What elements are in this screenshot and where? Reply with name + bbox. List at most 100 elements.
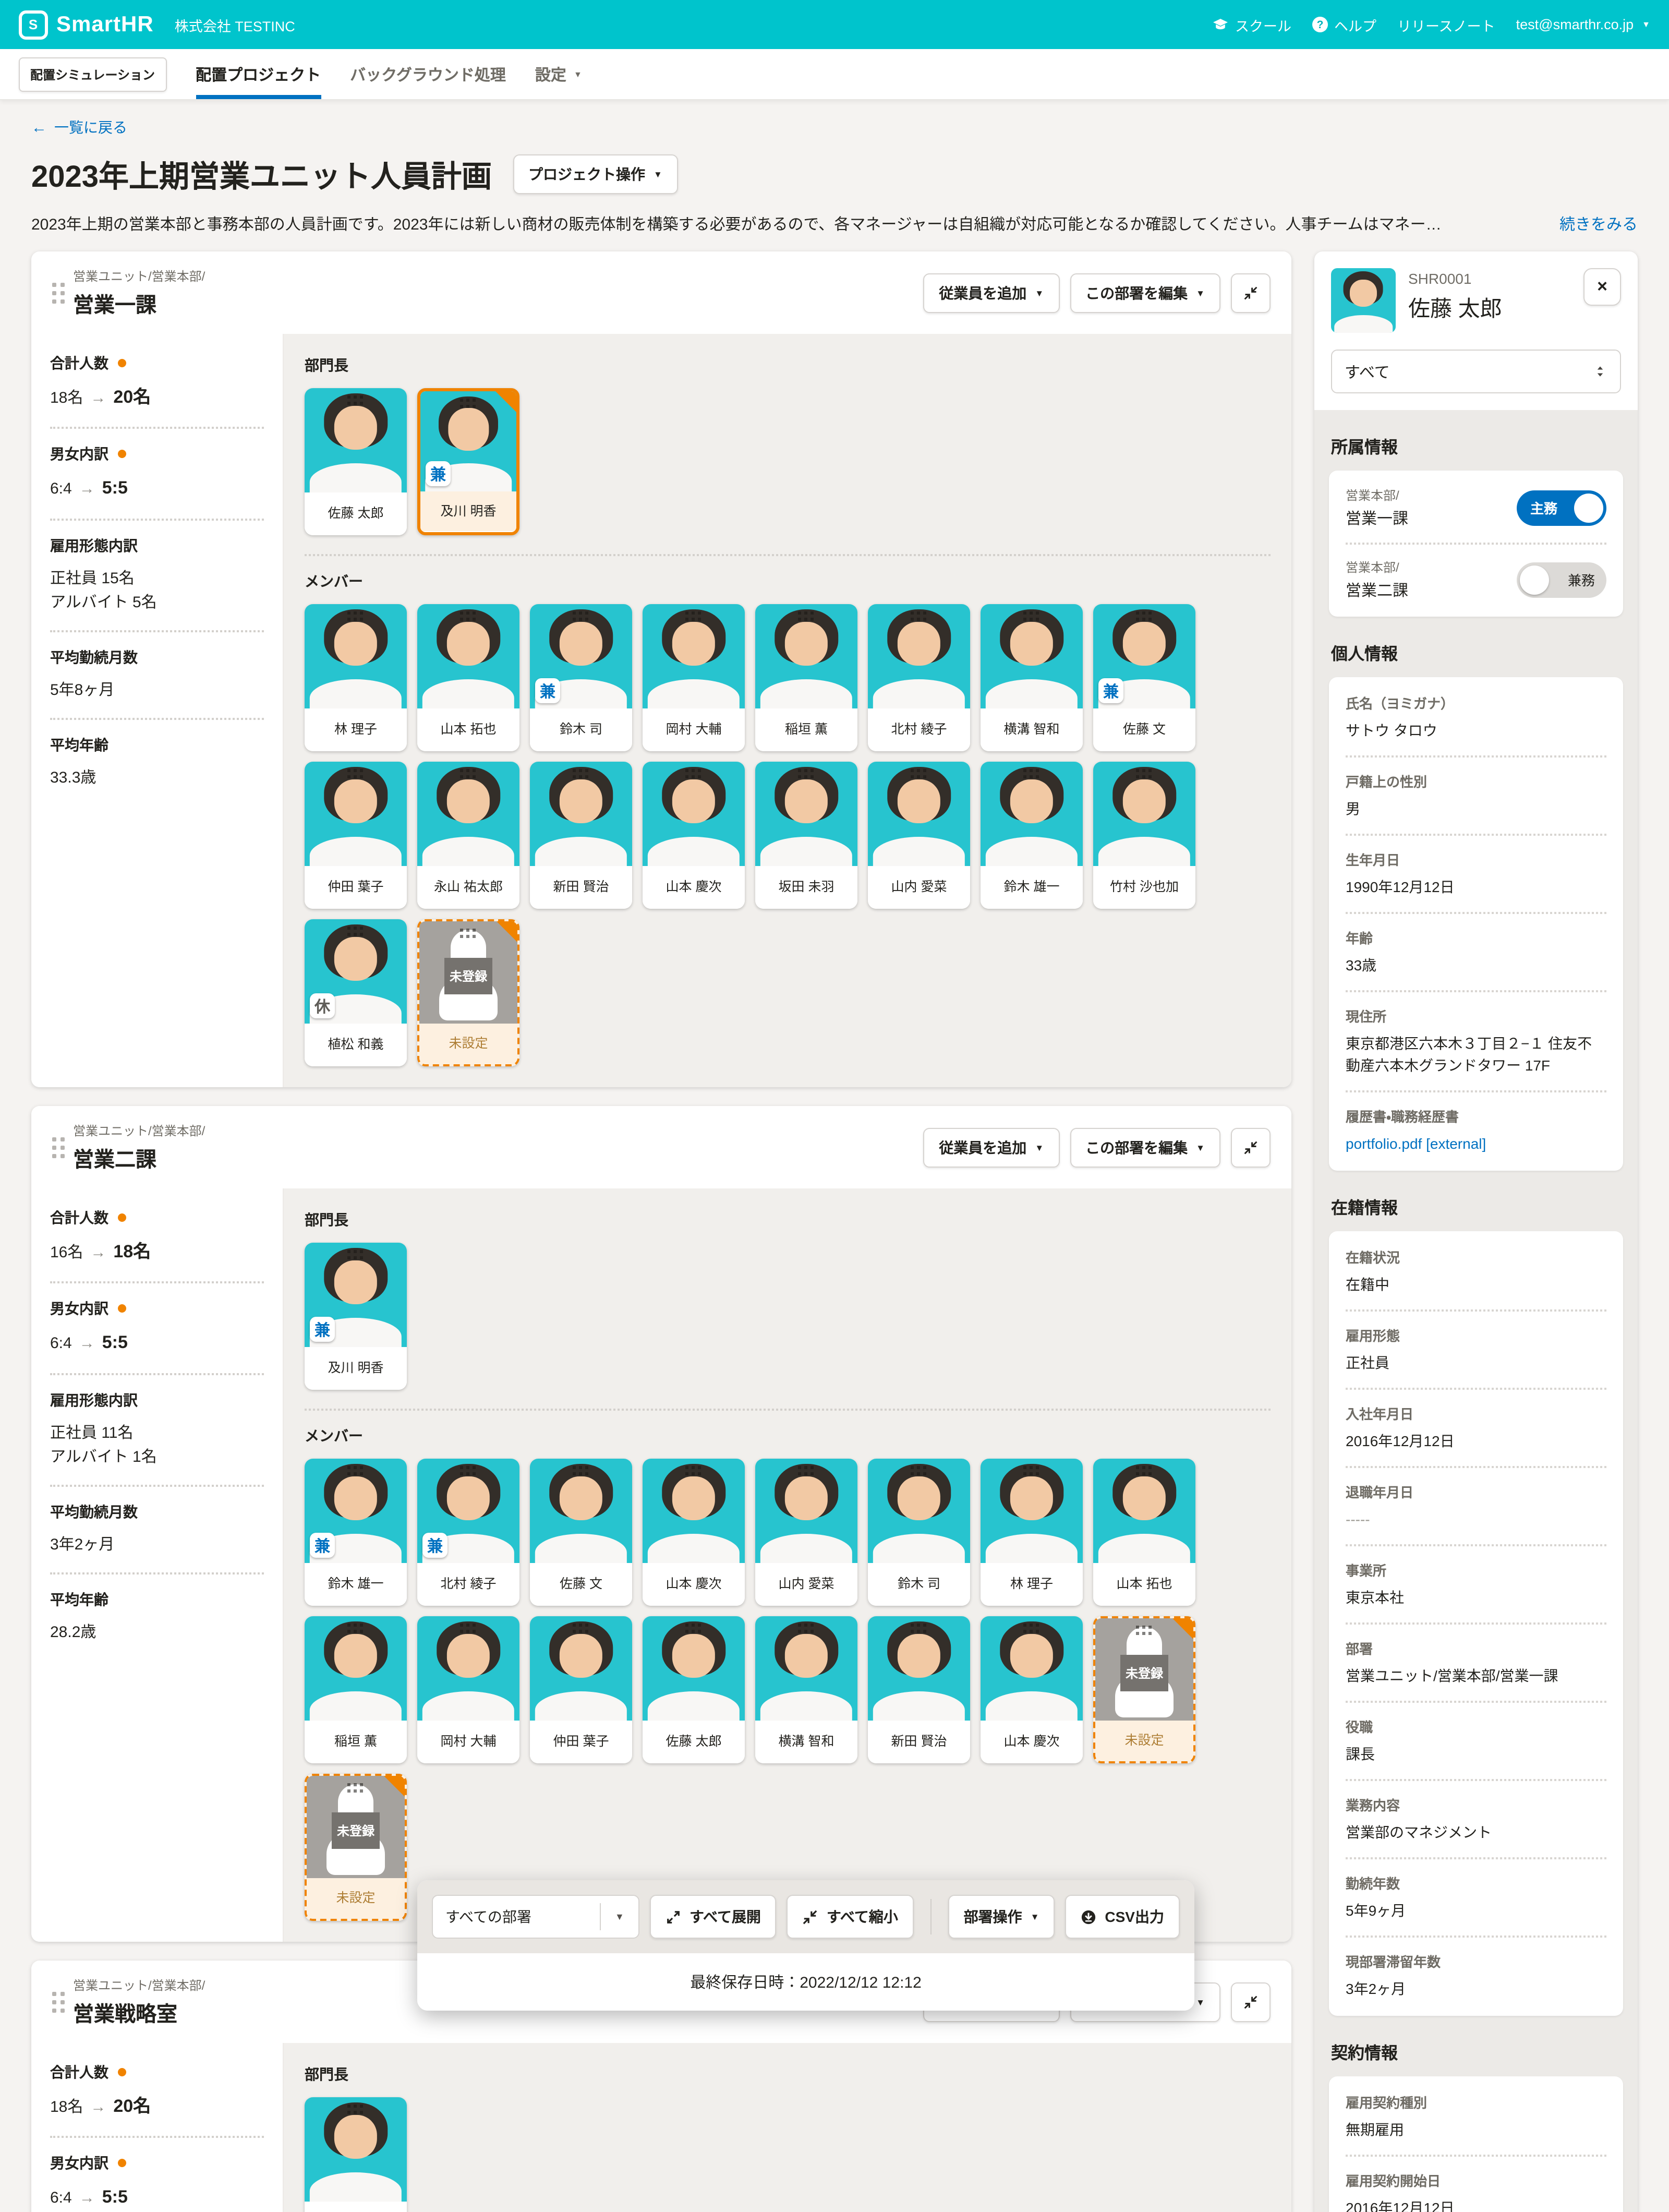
- person-card[interactable]: 未登録 未設定: [1093, 1616, 1195, 1763]
- drag-dots-icon[interactable]: [798, 611, 801, 615]
- person-card[interactable]: 未登録 兼 鈴木 雄一: [305, 1459, 407, 1606]
- drag-dots-icon[interactable]: [347, 395, 350, 399]
- person-card[interactable]: 未登録 未設定: [305, 1774, 407, 1921]
- drag-dots-icon[interactable]: [347, 769, 350, 772]
- person-card[interactable]: 未登録 岡村 大輔: [643, 604, 745, 751]
- person-card[interactable]: 未登録 休 植松 和義: [305, 919, 407, 1066]
- drag-dots-icon[interactable]: [798, 1624, 801, 1627]
- see-more-link[interactable]: 続きをみる: [1559, 213, 1638, 235]
- drag-dots-icon[interactable]: [347, 1250, 350, 1253]
- drag-handle-icon[interactable]: [52, 1137, 56, 1141]
- tab-placement-project[interactable]: 配置プロジェクト: [196, 49, 321, 99]
- add-employee-button[interactable]: 従業員を追加▼: [923, 273, 1059, 312]
- person-card[interactable]: 未登録 仲田 葉子: [305, 762, 407, 909]
- person-card[interactable]: 未登録 林 理子: [305, 604, 407, 751]
- drag-dots-icon[interactable]: [460, 611, 463, 615]
- person-card[interactable]: 未登録 兼 佐藤 文: [1093, 604, 1195, 751]
- person-card[interactable]: 未登録 稲垣 薫: [755, 604, 857, 751]
- collapse-all-button[interactable]: すべて縮小: [787, 1895, 914, 1939]
- department-ops-button[interactable]: 部署操作 ▼: [948, 1895, 1055, 1939]
- drag-dots-icon[interactable]: [347, 1624, 350, 1627]
- edit-department-button[interactable]: この部署を編集▼: [1070, 1127, 1220, 1167]
- drag-dots-icon[interactable]: [347, 2105, 350, 2108]
- person-card[interactable]: 未登録 山本 慶次: [643, 762, 745, 909]
- drag-dots-icon[interactable]: [1023, 611, 1026, 615]
- person-card[interactable]: 未登録 兼 及川 明香: [417, 388, 519, 535]
- drag-dots-icon[interactable]: [347, 1783, 350, 1786]
- drag-dots-icon[interactable]: [798, 1466, 801, 1469]
- person-card[interactable]: 未登録 北村 綾子: [868, 604, 970, 751]
- drag-dots-icon[interactable]: [685, 1624, 688, 1627]
- person-card[interactable]: 未登録 佐藤 太郎: [305, 388, 407, 535]
- person-card[interactable]: 未登録 山本 慶次: [643, 1459, 745, 1606]
- drag-dots-icon[interactable]: [573, 1624, 576, 1627]
- person-card[interactable]: 未登録 鈴木 雄一: [981, 762, 1083, 909]
- affiliation-toggle[interactable]: 兼務: [1517, 562, 1606, 597]
- drag-dots-icon[interactable]: [347, 611, 350, 615]
- collapse-department-button[interactable]: [1231, 273, 1271, 312]
- account-menu[interactable]: test@smarthr.co.jp ▼: [1516, 17, 1650, 32]
- school-link[interactable]: スクール: [1212, 14, 1291, 35]
- drag-dots-icon[interactable]: [460, 1466, 463, 1469]
- drag-dots-icon[interactable]: [573, 769, 576, 772]
- drag-handle-icon[interactable]: [52, 1991, 56, 1995]
- person-card[interactable]: 未登録 新田 賢治: [868, 1616, 970, 1763]
- drag-dots-icon[interactable]: [1136, 769, 1139, 772]
- drag-dots-icon[interactable]: [911, 769, 914, 772]
- person-card[interactable]: 未登録 山本 慶次: [981, 1616, 1083, 1763]
- drag-dots-icon[interactable]: [685, 769, 688, 772]
- drag-dots-icon[interactable]: [347, 1466, 350, 1469]
- release-notes-link[interactable]: リリースノート: [1397, 14, 1495, 35]
- person-card[interactable]: 未登録 山本 慶次: [305, 2097, 407, 2212]
- person-card[interactable]: 未登録 仲田 葉子: [530, 1616, 632, 1763]
- person-card[interactable]: 未登録 横溝 智和: [981, 604, 1083, 751]
- tab-settings[interactable]: 設定 ▼: [535, 49, 582, 99]
- person-card[interactable]: 未登録 山本 拓也: [417, 604, 519, 751]
- drag-dots-icon[interactable]: [460, 1624, 463, 1627]
- person-card[interactable]: 未登録 竹村 沙也加: [1093, 762, 1195, 909]
- drag-dots-icon[interactable]: [573, 1466, 576, 1469]
- person-card[interactable]: 未登録 兼 鈴木 司: [530, 604, 632, 751]
- drag-dots-icon[interactable]: [573, 611, 576, 615]
- back-to-list-link[interactable]: ← 一覧に戻る: [31, 117, 127, 138]
- help-link[interactable]: ? ヘルプ: [1312, 14, 1376, 35]
- tab-background-jobs[interactable]: バックグラウンド処理: [350, 49, 506, 99]
- person-card[interactable]: 未登録 鈴木 司: [868, 1459, 970, 1606]
- person-card[interactable]: 未登録 新田 賢治: [530, 762, 632, 909]
- person-card[interactable]: 未登録 佐藤 太郎: [643, 1616, 745, 1763]
- person-card[interactable]: 未登録 兼 北村 綾子: [417, 1459, 519, 1606]
- edit-department-button[interactable]: この部署を編集▼: [1070, 273, 1220, 312]
- person-card[interactable]: 未登録 岡村 大輔: [417, 1616, 519, 1763]
- person-card[interactable]: 未登録 横溝 智和: [755, 1616, 857, 1763]
- person-card[interactable]: 未登録 未設定: [417, 919, 519, 1066]
- drag-dots-icon[interactable]: [1023, 1624, 1026, 1627]
- drag-dots-icon[interactable]: [460, 399, 463, 402]
- drag-dots-icon[interactable]: [798, 769, 801, 772]
- portfolio-link[interactable]: portfolio.pdf [external]: [1346, 1133, 1606, 1155]
- person-card[interactable]: 未登録 坂田 未羽: [755, 762, 857, 909]
- affiliation-toggle[interactable]: 主務: [1517, 490, 1606, 525]
- person-card[interactable]: 未登録 稲垣 薫: [305, 1616, 407, 1763]
- person-card[interactable]: 未登録 山本 拓也: [1093, 1459, 1195, 1606]
- info-filter-select[interactable]: すべて: [1331, 350, 1621, 393]
- csv-export-button[interactable]: CSV出力: [1065, 1895, 1180, 1939]
- drag-dots-icon[interactable]: [1136, 611, 1139, 615]
- drag-dots-icon[interactable]: [1136, 1466, 1139, 1469]
- person-card[interactable]: 未登録 山内 愛菜: [755, 1459, 857, 1606]
- person-card[interactable]: 未登録 山内 愛菜: [868, 762, 970, 909]
- drag-dots-icon[interactable]: [911, 611, 914, 615]
- close-panel-button[interactable]: ×: [1583, 268, 1621, 306]
- drag-dots-icon[interactable]: [685, 1466, 688, 1469]
- person-card[interactable]: 未登録 永山 祐太郎: [417, 762, 519, 909]
- drag-dots-icon[interactable]: [911, 1624, 914, 1627]
- collapse-department-button[interactable]: [1231, 1982, 1271, 2022]
- person-card[interactable]: 未登録 兼 及川 明香: [305, 1243, 407, 1390]
- smarthr-logo[interactable]: S SmartHR: [19, 10, 154, 39]
- person-card[interactable]: 未登録 林 理子: [981, 1459, 1083, 1606]
- expand-all-button[interactable]: すべて展開: [650, 1895, 777, 1939]
- drag-dots-icon[interactable]: [911, 1466, 914, 1469]
- department-filter-select[interactable]: すべての部署 ▼: [432, 1895, 639, 1939]
- collapse-department-button[interactable]: [1231, 1127, 1271, 1167]
- drag-dots-icon[interactable]: [460, 769, 463, 772]
- drag-dots-icon[interactable]: [460, 929, 463, 932]
